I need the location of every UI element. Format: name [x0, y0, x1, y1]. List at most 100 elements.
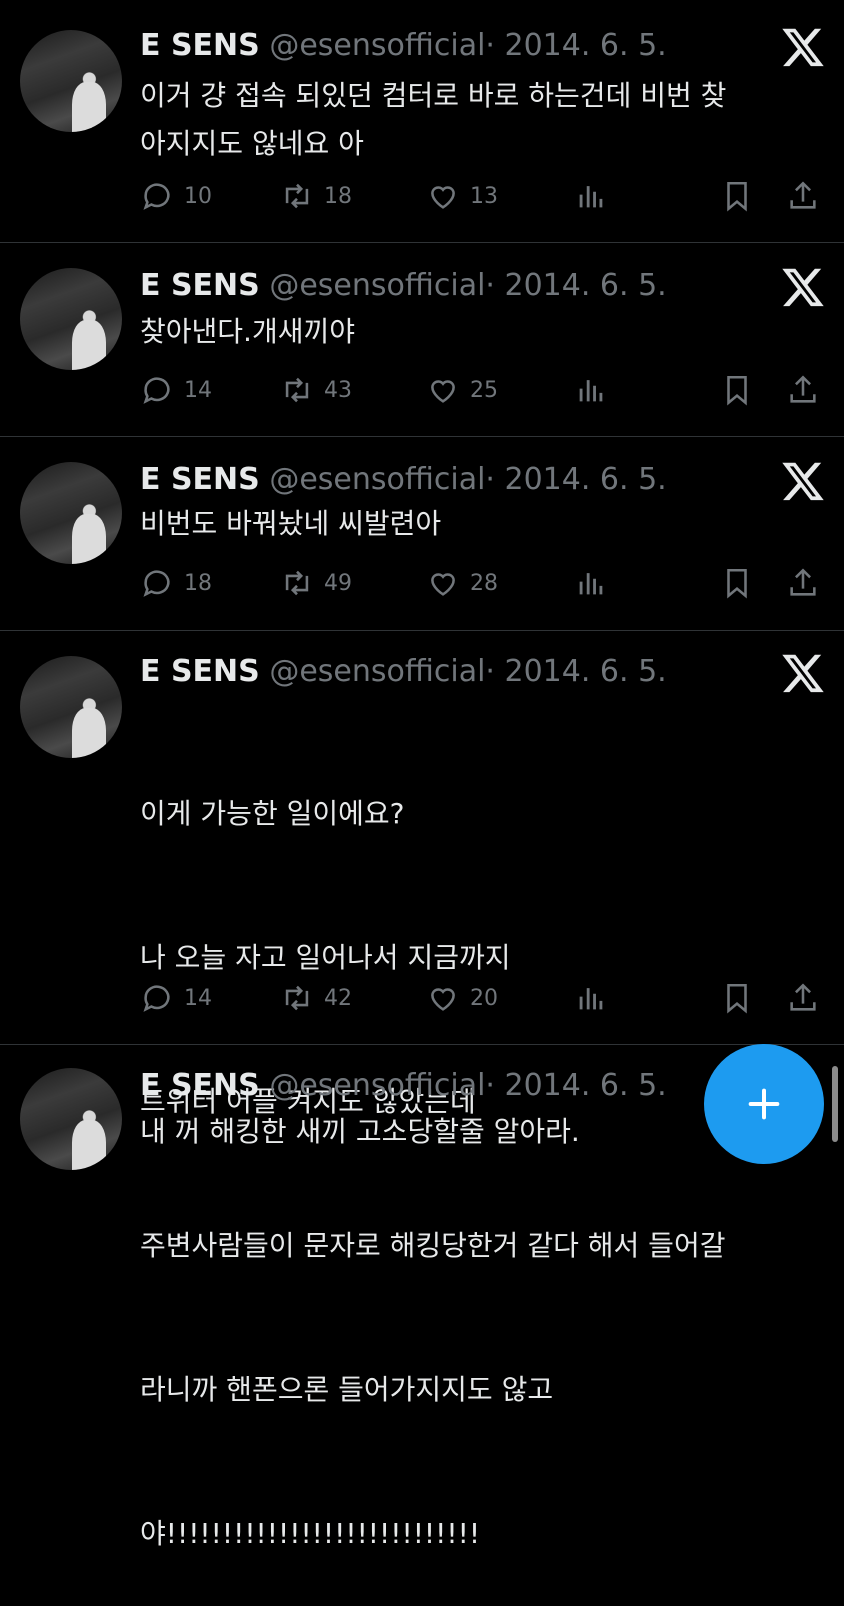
views-icon	[579, 573, 603, 595]
avatar[interactable]	[20, 268, 122, 370]
views-button[interactable]	[574, 978, 608, 1018]
plus-icon	[748, 1088, 780, 1120]
tweet-actions: 14 43 25	[140, 370, 830, 410]
retweet-button[interactable]: 18	[280, 176, 352, 216]
reply-icon	[143, 570, 170, 597]
share-button[interactable]	[786, 370, 820, 410]
heart-icon	[431, 988, 455, 1011]
compose-button[interactable]	[704, 1044, 824, 1164]
tweet-header: E SENS @esensofficial· 2014. 6. 5.	[140, 26, 667, 66]
bookmark-button[interactable]	[720, 563, 754, 603]
retweet-icon	[285, 183, 309, 209]
author-name[interactable]: E SENS	[140, 268, 260, 303]
heart-icon	[431, 573, 455, 596]
x-logo-icon	[782, 268, 824, 307]
tweet-text: 찾아낸다.개새끼야	[140, 308, 820, 356]
author-name[interactable]: E SENS	[140, 28, 260, 63]
bookmark-icon	[727, 568, 747, 599]
tweet-actions: 18 49 28	[140, 563, 830, 603]
x-logo-icon	[782, 462, 824, 501]
views-icon	[579, 988, 603, 1010]
tweet-date[interactable]: 2014. 6. 5.	[505, 28, 667, 63]
views-icon	[579, 186, 603, 208]
heart-icon	[431, 186, 455, 209]
like-count: 20	[470, 985, 498, 1011]
tweet-date[interactable]: 2014. 6. 5.	[505, 268, 667, 303]
tweet-date[interactable]: 2014. 6. 5.	[505, 462, 667, 497]
bookmark-button[interactable]	[720, 370, 754, 410]
reply-button[interactable]: 14	[140, 978, 212, 1018]
scrollbar[interactable]	[832, 1066, 838, 1142]
retweet-count: 43	[324, 377, 352, 403]
tweet-text: 이거 걍 접속 되있던 컴터로 바로 하는건데 비번 찾아지지도 않네요 아	[140, 72, 820, 168]
reply-icon	[143, 377, 170, 404]
author-name[interactable]: E SENS	[140, 1068, 260, 1103]
author-name[interactable]: E SENS	[140, 462, 260, 497]
share-icon	[790, 375, 816, 403]
tweet-divider	[0, 1044, 844, 1045]
bookmark-icon	[727, 181, 747, 212]
separator-dot: ·	[485, 1068, 495, 1103]
reply-button[interactable]: 10	[140, 176, 212, 216]
share-button[interactable]	[786, 176, 820, 216]
views-icon	[579, 380, 603, 402]
views-button[interactable]	[574, 176, 608, 216]
reply-count: 14	[184, 377, 212, 403]
separator-dot: ·	[485, 462, 495, 497]
like-count: 25	[470, 377, 498, 403]
share-icon	[790, 181, 816, 209]
views-button[interactable]	[574, 563, 608, 603]
text-line: 라니까 핸폰으론 들어가지지도 않고	[140, 1373, 554, 1406]
retweet-button[interactable]: 43	[280, 370, 352, 410]
like-button[interactable]: 25	[426, 370, 498, 410]
author-handle[interactable]: @esensofficial	[269, 28, 485, 63]
retweet-button[interactable]: 49	[280, 563, 352, 603]
text-line: 아지지도 않네요 아	[140, 127, 364, 160]
like-count: 13	[470, 183, 498, 209]
author-handle[interactable]: @esensofficial	[269, 268, 485, 303]
tweet-header: E SENS @esensofficial· 2014. 6. 5.	[140, 652, 667, 692]
retweet-count: 42	[324, 985, 352, 1011]
separator-dot: ·	[485, 28, 495, 63]
share-button[interactable]	[786, 978, 820, 1018]
reply-count: 18	[184, 570, 212, 596]
tweet-date[interactable]: 2014. 6. 5.	[505, 1068, 667, 1103]
bookmark-button[interactable]	[720, 978, 754, 1018]
tweet-actions: 10 18 13	[140, 176, 830, 216]
like-button[interactable]: 13	[426, 176, 498, 216]
avatar[interactable]	[20, 656, 122, 758]
separator-dot: ·	[485, 268, 495, 303]
retweet-count: 18	[324, 183, 352, 209]
reply-button[interactable]: 18	[140, 563, 212, 603]
share-button[interactable]	[786, 563, 820, 603]
text-line: 이거 걍 접속 되있던 컴터로 바로 하는건데 비번 찾	[140, 79, 727, 112]
tweet-divider	[0, 436, 844, 437]
bookmark-icon	[727, 983, 747, 1014]
avatar[interactable]	[20, 462, 122, 564]
share-icon	[790, 568, 816, 596]
like-button[interactable]: 28	[426, 563, 498, 603]
tweet-header: E SENS @esensofficial· 2014. 6. 5.	[140, 1066, 667, 1106]
author-handle[interactable]: @esensofficial	[269, 462, 485, 497]
heart-icon	[431, 380, 455, 403]
x-logo-icon	[782, 654, 824, 693]
avatar[interactable]	[20, 30, 122, 132]
author-handle[interactable]: @esensofficial	[269, 654, 485, 689]
views-button[interactable]	[574, 370, 608, 410]
author-name[interactable]: E SENS	[140, 654, 260, 689]
x-logo-icon	[782, 28, 824, 67]
tweet-header: E SENS @esensofficial· 2014. 6. 5.	[140, 460, 667, 500]
avatar[interactable]	[20, 1068, 122, 1170]
reply-button[interactable]: 14	[140, 370, 212, 410]
retweet-icon	[285, 377, 309, 403]
like-button[interactable]: 20	[426, 978, 498, 1018]
retweet-icon	[285, 570, 309, 596]
like-count: 28	[470, 570, 498, 596]
tweet-date[interactable]: 2014. 6. 5.	[505, 654, 667, 689]
reply-icon	[143, 183, 170, 210]
tweet-header: E SENS @esensofficial· 2014. 6. 5.	[140, 266, 667, 306]
retweet-button[interactable]: 42	[280, 978, 352, 1018]
bookmark-button[interactable]	[720, 176, 754, 216]
tweet-divider	[0, 630, 844, 631]
author-handle[interactable]: @esensofficial	[269, 1068, 485, 1103]
